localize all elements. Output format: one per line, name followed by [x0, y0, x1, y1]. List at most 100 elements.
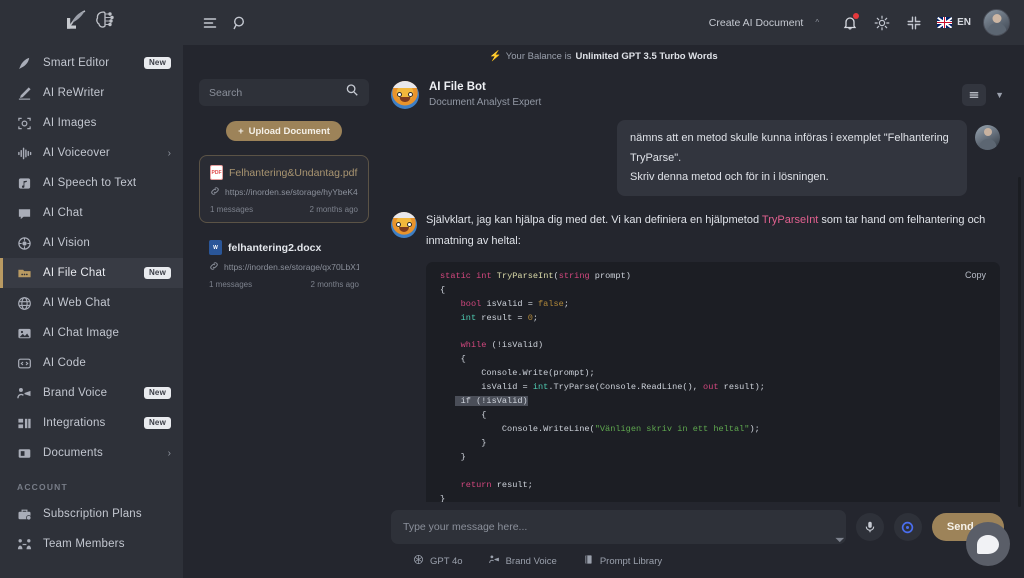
- search-icon[interactable]: [225, 8, 255, 38]
- link-icon: [209, 261, 219, 273]
- document-age: 2 months ago: [309, 205, 358, 214]
- sidebar-item-ai-chat-image[interactable]: AI Chat Image: [0, 318, 183, 348]
- microphone-icon[interactable]: [855, 513, 884, 541]
- sidebar-item-label: AI Chat: [43, 207, 83, 219]
- resize-grip[interactable]: ◢: [834, 532, 845, 543]
- topbar-actions: Create AI Document ^ EN: [703, 8, 1010, 38]
- code-line: }: [440, 451, 466, 462]
- search-box[interactable]: [199, 79, 369, 106]
- fullscreen-icon[interactable]: [899, 8, 929, 38]
- code-line: {: [440, 284, 446, 295]
- bot-intro-keyword: TryParseInt: [761, 214, 819, 226]
- chat-panel: AI File Bot Document Analyst Expert ▼ nä…: [379, 67, 1024, 578]
- tool-label: GPT 4o: [430, 555, 463, 567]
- sidebar-item-label: Documents: [43, 447, 103, 459]
- code-line: if (!isValid): [455, 396, 528, 407]
- document-message-count: 1 messages: [209, 280, 253, 289]
- code-line: {: [440, 410, 487, 421]
- picture-icon: [16, 325, 32, 341]
- sidebar-item-ai-rewriter[interactable]: AI ReWriter: [0, 78, 183, 108]
- tool-gpt-model[interactable]: GPT 4o: [413, 554, 463, 568]
- openai-icon: [413, 554, 424, 568]
- copy-button[interactable]: Copy: [965, 268, 986, 283]
- notification-bell-icon[interactable]: [835, 8, 865, 38]
- sidebar-item-ai-vision[interactable]: AI Vision: [0, 228, 183, 258]
- bot-message-body: Självklart, jag kan hjälpa dig med det. …: [426, 210, 1000, 502]
- documents-icon: [16, 445, 32, 461]
- sidebar-item-documents[interactable]: Documents ›: [0, 438, 183, 468]
- sidebar-item-ai-web-chat[interactable]: AI Web Chat: [0, 288, 183, 318]
- sidebar-item-ai-speech-to-text[interactable]: AI Speech to Text: [0, 168, 183, 198]
- feather-icon: [16, 55, 32, 71]
- sidebar-item-ai-images[interactable]: AI Images: [0, 108, 183, 138]
- sidebar-item-ai-code[interactable]: AI Code: [0, 348, 183, 378]
- search-input[interactable]: [209, 86, 345, 99]
- robot-avatar-icon: [391, 212, 417, 238]
- chat-bubble-shape: [977, 534, 999, 554]
- tool-label: Brand Voice: [505, 555, 557, 567]
- code-line: return result;: [460, 479, 533, 490]
- chat-scrollbar[interactable]: [1018, 177, 1021, 507]
- sidebar-item-label: Team Members: [43, 538, 125, 550]
- circle-settings-icon[interactable]: [893, 513, 922, 541]
- sidebar: Smart Editor New AI ReWriter AI Images A…: [0, 0, 183, 578]
- sidebar-item-ai-file-chat[interactable]: AI File Chat New: [0, 258, 183, 288]
- plus-icon: +: [238, 125, 244, 137]
- code-line: {: [440, 354, 466, 365]
- team-icon: [16, 536, 32, 552]
- user-message-line1: nämns att en metod skulle kunna införas …: [630, 132, 949, 164]
- chat-menu-icon[interactable]: [962, 83, 987, 106]
- app-logo[interactable]: [0, 0, 183, 45]
- create-ai-document-button[interactable]: Create AI Document: [703, 17, 810, 29]
- badge-new: New: [143, 387, 171, 399]
- sidebar-item-label: AI Chat Image: [43, 327, 120, 339]
- music-note-icon: [16, 175, 32, 191]
- sidebar-item-brand-voice[interactable]: Brand Voice New: [0, 378, 183, 408]
- message-input[interactable]: [403, 521, 834, 533]
- language-code[interactable]: EN: [957, 17, 971, 28]
- user-message-line2: Skriv denna metod och för in i lösningen…: [630, 170, 829, 183]
- code-line: isValid = int.TryParse(Console.ReadLine(…: [440, 382, 765, 393]
- code-block: Copy static int TryParseInt(string promp…: [426, 261, 1000, 502]
- upload-document-button[interactable]: + Upload Document: [226, 121, 342, 141]
- book-icon: [583, 554, 594, 568]
- sidebar-item-label: AI Code: [43, 357, 86, 369]
- tool-prompt-library[interactable]: Prompt Library: [583, 554, 662, 568]
- sidebar-item-integrations[interactable]: Integrations New: [0, 408, 183, 438]
- content-row: + Upload Document PDF Felhantering&Undan…: [183, 67, 1024, 578]
- chevron-down-icon[interactable]: ▼: [995, 90, 1004, 100]
- lightning-bolt-icon: ⚡: [489, 50, 502, 62]
- code-brackets-icon: [16, 355, 32, 371]
- code-line: while (!isValid): [460, 340, 544, 351]
- link-icon: [210, 186, 220, 198]
- sun-theme-icon[interactable]: [867, 8, 897, 38]
- pdf-file-icon: PDF: [210, 165, 223, 180]
- app-root: Smart Editor New AI ReWriter AI Images A…: [0, 0, 1024, 578]
- sidebar-item-subscription-plans[interactable]: Subscription Plans: [0, 499, 183, 529]
- message-input-box[interactable]: ◢: [391, 510, 846, 544]
- messages-list: nämns att en metod skulle kunna införas …: [391, 120, 1004, 502]
- avatar[interactable]: [983, 9, 1010, 36]
- sidebar-item-team-members[interactable]: Team Members: [0, 529, 183, 559]
- code-line: Console.WriteLine("Vänligen skriv in ett…: [440, 424, 760, 435]
- uk-flag-icon: [937, 17, 953, 28]
- hamburger-menu-icon[interactable]: [195, 8, 225, 38]
- document-card[interactable]: W felhantering2.docx https://inorden.se/…: [199, 231, 369, 297]
- code-line: }: [440, 493, 446, 502]
- sidebar-item-label: AI File Chat: [43, 267, 106, 279]
- pencil-icon: [16, 85, 32, 101]
- tool-brand-voice[interactable]: Brand Voice: [488, 554, 557, 568]
- sidebar-item-ai-voiceover[interactable]: AI Voiceover ›: [0, 138, 183, 168]
- chat-support-icon[interactable]: [966, 522, 1010, 566]
- main-area: Create AI Document ^ EN ⚡ Your Balance i…: [183, 0, 1024, 578]
- sidebar-item-ai-chat[interactable]: AI Chat: [0, 198, 183, 228]
- document-card[interactable]: PDF Felhantering&Undantag.pdf https://in…: [199, 155, 369, 223]
- badge-new: New: [143, 417, 171, 429]
- message-user: nämns att en metod skulle kunna införas …: [391, 120, 1000, 196]
- sidebar-item-smart-editor[interactable]: Smart Editor New: [0, 48, 183, 78]
- document-message-count: 1 messages: [210, 205, 254, 214]
- chevron-up-icon[interactable]: ^: [815, 18, 819, 27]
- bot-intro-paragraph: Självklart, jag kan hjälpa dig med det. …: [426, 210, 1000, 253]
- search-icon[interactable]: [345, 83, 359, 102]
- document-name: felhantering2.docx: [228, 241, 322, 254]
